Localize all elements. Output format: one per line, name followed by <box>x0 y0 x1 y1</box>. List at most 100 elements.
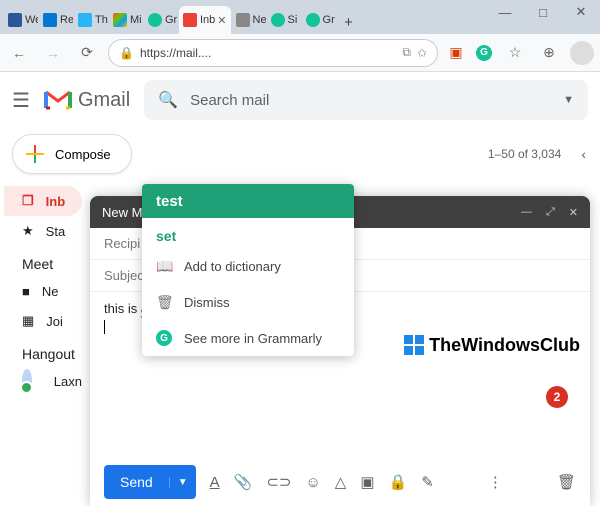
dictionary-icon: 📖 <box>156 258 172 275</box>
keyboard-icon: ▦ <box>22 313 34 329</box>
body-text: this is <box>104 301 141 316</box>
browser-tab-active[interactable]: Inb✕ <box>179 6 231 34</box>
more-icon[interactable]: ⋮ <box>96 147 108 161</box>
text-cursor <box>104 320 105 334</box>
menu-label: Dismiss <box>184 295 230 310</box>
grammarly-popup: test set 📖 Add to dictionary 🗑 Dismiss G… <box>142 184 354 356</box>
meet-section: Meet <box>4 246 82 276</box>
menu-label: See more in Grammarly <box>184 331 322 346</box>
gmail-logo-text: Gmail <box>78 89 130 112</box>
inbox-icon: ❐ <box>22 193 34 209</box>
address-bar: ← → ⟳ 🔒 https://mail.... ⧉ ✩ ▣ G ☆ ⊕ <box>0 34 600 72</box>
star-icon: ★ <box>22 223 34 239</box>
grammarly-extension-icon[interactable]: G <box>474 43 494 63</box>
chevron-left-icon[interactable]: ‹ <box>581 146 586 162</box>
menu-icon[interactable]: ☰ <box>12 88 30 113</box>
browser-tab[interactable]: Gr <box>144 6 178 34</box>
tab-label: Gr <box>323 14 335 26</box>
sidebar-label: Joi <box>46 314 63 329</box>
new-tab-button[interactable]: + <box>337 10 361 34</box>
gmail-logo[interactable]: Gmail <box>44 89 130 112</box>
link-icon[interactable]: ⊂⊃ <box>266 473 291 491</box>
office-extension-icon[interactable]: ▣ <box>446 43 466 63</box>
compose-footer: Send ▼ A 📎 ⊂⊃ ☺ △ ▣ 🔒 ✎ ⋮ 🗑 <box>90 458 590 506</box>
browser-tab[interactable]: Re <box>39 6 73 34</box>
tab-label: Ne <box>253 14 266 26</box>
search-input[interactable]: 🔍 Search mail ▼ <box>144 80 588 120</box>
url-input[interactable]: 🔒 https://mail.... ⧉ ✩ <box>108 39 438 67</box>
tab-label: Gr <box>165 14 177 26</box>
hangouts-user-label: Laxn <box>54 374 82 389</box>
hangouts-section: Hangout <box>4 336 82 366</box>
image-caption: TheWindowsClub <box>429 335 580 356</box>
collections-button[interactable]: ⊕ <box>536 40 562 66</box>
browser-tab[interactable]: Th <box>74 6 108 34</box>
confidential-icon[interactable]: 🔒 <box>389 473 408 491</box>
tab-label: Re <box>60 14 73 26</box>
grammarly-header: test <box>142 184 354 218</box>
tab-label: Th <box>95 14 108 26</box>
attach-icon[interactable]: 📎 <box>234 473 253 491</box>
pen-icon[interactable]: ✎ <box>421 473 434 491</box>
pagination-counter: 1–50 of 3,034 <box>488 147 561 161</box>
close-icon[interactable]: ✕ <box>217 14 226 27</box>
sidebar-item-starred[interactable]: ★ Sta <box>4 216 82 246</box>
sidebar-item-inbox[interactable]: ❐ Inb <box>4 186 82 216</box>
trash-icon[interactable]: 🗑 <box>557 473 576 491</box>
trash-icon: 🗑 <box>156 294 172 311</box>
reload-button[interactable]: ⟳ <box>74 40 100 66</box>
minimize-icon[interactable]: — <box>521 206 532 219</box>
favorites-button[interactable]: ☆ <box>502 40 528 66</box>
plus-icon <box>25 144 45 164</box>
send-button[interactable]: Send ▼ <box>104 465 196 499</box>
search-placeholder: Search mail <box>190 92 269 109</box>
gmail-header: ☰ Gmail 🔍 Search mail ▼ <box>0 72 600 128</box>
browser-tab[interactable]: Si <box>267 6 301 34</box>
lock-icon: 🔒 <box>119 46 134 60</box>
browser-tab[interactable]: Gr <box>302 6 336 34</box>
chevron-down-icon[interactable]: ▼ <box>563 94 574 106</box>
window-minimize[interactable]: — <box>486 0 524 24</box>
link-icon: ⧉ <box>402 45 411 60</box>
favorite-icon[interactable]: ✩ <box>417 46 427 60</box>
profile-avatar[interactable] <box>570 41 594 65</box>
add-to-dictionary[interactable]: 📖 Add to dictionary <box>142 248 354 284</box>
sidebar-item-join[interactable]: ▦ Joi <box>4 306 82 336</box>
browser-tab[interactable]: Ne <box>232 6 266 34</box>
sidebar-label: Inb <box>46 194 66 209</box>
grammarly-badge[interactable]: 2 <box>546 386 568 408</box>
tab-label: Inb <box>200 14 215 26</box>
tab-label: Si <box>288 14 298 26</box>
close-icon[interactable]: ✕ <box>569 206 578 219</box>
compose-title: New M <box>102 205 142 220</box>
menu-label: Add to dictionary <box>184 259 281 274</box>
avatar <box>22 369 32 393</box>
emoji-icon[interactable]: ☺ <box>305 474 320 491</box>
browser-tab[interactable]: We <box>4 6 38 34</box>
image-icon[interactable]: ▣ <box>360 473 374 491</box>
format-icon[interactable]: A <box>210 474 220 491</box>
forward-button[interactable]: → <box>40 40 66 66</box>
window-maximize[interactable]: □ <box>524 0 562 24</box>
gmail-sidebar: Compose ❐ Inb ★ Sta Meet ■ Ne ▦ Joi Hang… <box>0 128 82 396</box>
sidebar-label: Sta <box>46 224 66 239</box>
back-button[interactable]: ← <box>6 40 32 66</box>
send-dropdown[interactable]: ▼ <box>169 477 196 488</box>
drive-icon[interactable]: △ <box>335 473 347 491</box>
tab-label: Mi <box>130 14 142 26</box>
tab-label: We <box>25 14 38 26</box>
hangouts-user[interactable]: Laxn <box>4 366 82 396</box>
sidebar-label: Ne <box>42 284 59 299</box>
browser-tab[interactable]: Mi <box>109 6 143 34</box>
expand-icon[interactable]: ⤢ <box>546 206 555 219</box>
inline-image: TheWindowsClub <box>403 334 580 356</box>
see-more-grammarly[interactable]: G See more in Grammarly <box>142 320 354 356</box>
sidebar-item-new-meeting[interactable]: ■ Ne <box>4 276 82 306</box>
window-close[interactable]: ✕ <box>562 0 600 24</box>
grammarly-icon: G <box>156 330 172 346</box>
video-icon: ■ <box>22 284 30 299</box>
dismiss-button[interactable]: 🗑 Dismiss <box>142 284 354 320</box>
send-label: Send <box>104 474 169 490</box>
grammarly-suggestion[interactable]: set <box>142 218 354 248</box>
more-icon[interactable]: ⋮ <box>488 473 503 491</box>
